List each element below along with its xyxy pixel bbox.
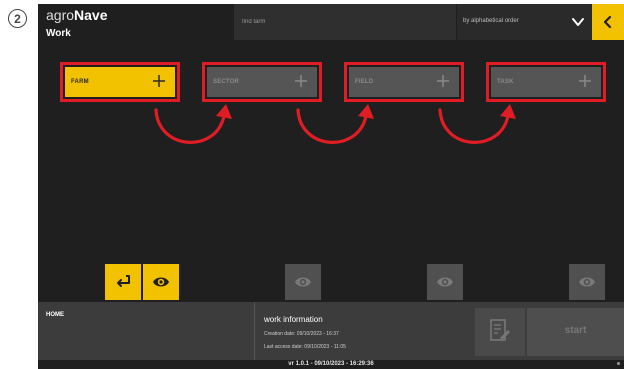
version-text: vr 1.0.1 - 09/10/2023 - 16:29:36: [288, 361, 374, 367]
step-task-button[interactable]: TASK: [486, 62, 606, 102]
step-field-label: FIELD: [355, 79, 374, 85]
app-window: agroNave Work by alphabetical order FARM…: [38, 4, 624, 369]
plus-icon: [577, 73, 593, 89]
sort-dropdown-label: by alphabetical order: [463, 18, 519, 24]
return-icon: [117, 275, 130, 287]
plus-icon: [293, 73, 309, 89]
plus-icon: [151, 73, 167, 89]
step-farm-label: FARM: [71, 79, 89, 85]
step-number-badge: 2: [8, 9, 27, 28]
return-button[interactable]: [105, 264, 141, 300]
status-dot: [617, 362, 620, 365]
sort-dropdown[interactable]: by alphabetical order: [456, 4, 593, 40]
page-title: Work: [46, 28, 71, 39]
step-farm-button[interactable]: FARM: [60, 62, 180, 102]
chevron-down-icon: [571, 15, 585, 29]
brand-logo-bold: Nave: [74, 7, 108, 23]
back-icon: [603, 15, 612, 29]
footer-panel: HOME work information Creation date: 09/…: [38, 302, 624, 360]
step-sector-label: SECTOR: [213, 79, 240, 85]
eye-icon: [295, 277, 311, 287]
view-farm-button[interactable]: [143, 264, 179, 300]
back-button[interactable]: [592, 4, 624, 40]
work-info-title: work information: [264, 315, 323, 324]
report-icon: [490, 319, 510, 341]
view-task-button[interactable]: [569, 264, 605, 300]
search-input[interactable]: [242, 15, 442, 29]
flow-arrow-icon: [296, 104, 374, 144]
view-sector-button[interactable]: [285, 264, 321, 300]
view-field-button[interactable]: [427, 264, 463, 300]
step-field-button[interactable]: FIELD: [344, 62, 464, 102]
step-task-label: TASK: [497, 79, 514, 85]
brand-logo: agroNave: [46, 7, 108, 23]
step-task-body: TASK: [491, 67, 601, 97]
search-bar: [234, 4, 492, 40]
flow-arrow-icon: [154, 104, 232, 144]
start-button[interactable]: start: [527, 308, 624, 356]
step-sector-body: SECTOR: [207, 67, 317, 97]
step-field-body: FIELD: [349, 67, 459, 97]
flow-arrow-icon: [438, 104, 516, 144]
last-access-date-text: Last access date: 09/10/2023 - 11:05: [264, 344, 346, 350]
report-button[interactable]: [475, 308, 525, 356]
eye-icon: [579, 277, 595, 287]
footer-divider: [254, 302, 255, 360]
eye-icon: [437, 277, 453, 287]
step-number-text: 2: [14, 11, 21, 26]
home-link[interactable]: HOME: [46, 312, 64, 318]
brand-logo-light: agro: [46, 7, 75, 23]
start-button-label: start: [564, 325, 587, 336]
creation-date-text: Creation date: 09/10/2023 - 16:37: [264, 331, 339, 337]
step-sector-button[interactable]: SECTOR: [202, 62, 322, 102]
plus-icon: [435, 73, 451, 89]
eye-icon: [153, 277, 169, 287]
step-farm-body: FARM: [65, 67, 175, 97]
